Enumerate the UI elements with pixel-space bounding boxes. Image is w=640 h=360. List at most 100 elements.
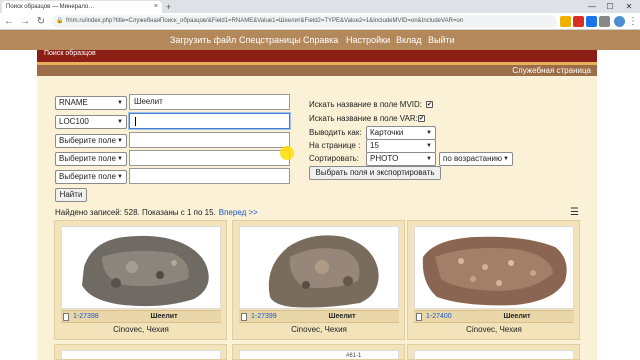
nav-logout[interactable]: Выйти xyxy=(428,30,455,50)
specimen-card[interactable]: #61-1 xyxy=(232,344,405,360)
maximize-button[interactable]: ☐ xyxy=(600,0,620,13)
chevron-down-icon: ▼ xyxy=(117,174,123,180)
per-page-select-value: 15 xyxy=(370,141,379,150)
document-icon[interactable] xyxy=(241,313,247,321)
sort-order-select[interactable]: по возрастанию ▼ xyxy=(439,152,513,166)
field-select-2[interactable]: LOC100 ▼ xyxy=(55,115,127,129)
specimen-image xyxy=(62,227,220,308)
specimen-label-text: #61-1 xyxy=(346,353,362,359)
search-button[interactable]: Найти xyxy=(55,188,87,202)
lock-icon: 🔒 xyxy=(56,18,64,24)
document-icon[interactable] xyxy=(416,313,422,321)
chevron-down-icon: ▼ xyxy=(426,143,432,149)
specimen-id-link[interactable]: 1-27399 xyxy=(251,311,277,323)
back-button[interactable]: ← xyxy=(2,13,16,30)
sort-label: Сортировать: xyxy=(309,154,360,163)
menu-icon[interactable]: ☰ xyxy=(570,208,579,218)
output-select[interactable]: Карточки ▼ xyxy=(366,126,436,140)
specimen-id-link[interactable]: 1-27398 xyxy=(73,311,99,323)
text-caret xyxy=(135,117,136,126)
chevron-down-icon: ▼ xyxy=(426,130,432,136)
field-select-5[interactable]: Выберите поле ▼ xyxy=(55,170,127,184)
specimen-card[interactable]: 1-27398 Шеелит Cinovec, Чехия xyxy=(54,220,227,340)
specimen-image xyxy=(415,227,573,308)
card-id-row: 1-27400 Шеелит xyxy=(414,310,574,323)
field-select-4[interactable]: Выберите поле ▼ xyxy=(55,152,127,166)
page-header-band: Поиск образцов xyxy=(37,50,597,62)
chevron-down-icon: ▼ xyxy=(117,119,123,125)
specimen-photo[interactable] xyxy=(414,226,574,309)
specimen-photo[interactable] xyxy=(414,350,574,359)
export-button[interactable]: Выбрать поля и экспортировать xyxy=(309,166,441,180)
close-window-button[interactable]: ✕ xyxy=(619,0,639,13)
mvid-label: Искать название в поле MVID: xyxy=(309,100,423,109)
specimen-photo[interactable] xyxy=(61,226,221,309)
mvid-checkbox[interactable]: ✔ xyxy=(426,101,433,108)
specimen-photo[interactable] xyxy=(61,350,221,359)
specimen-image xyxy=(240,227,398,308)
reload-button[interactable]: ↻ xyxy=(34,13,48,30)
value-input-5[interactable] xyxy=(129,168,290,184)
subheader-bar: Служебная страница xyxy=(37,65,597,76)
results-count: Найдено записей: 528. Показаны с 1 по 15… xyxy=(55,208,216,217)
mineral-name: Шеелит xyxy=(328,313,356,320)
tab-close-icon[interactable]: × xyxy=(154,1,158,13)
var-checkbox[interactable]: ✔ xyxy=(418,115,425,122)
page-title: Поиск образцов xyxy=(44,50,96,57)
specimen-card[interactable] xyxy=(407,344,580,360)
specimen-photo[interactable] xyxy=(239,226,399,309)
output-label: Выводить как: xyxy=(309,128,362,137)
specimen-card[interactable]: 1-27400 Шеелит Cinovec, Чехия xyxy=(407,220,580,340)
next-page-link[interactable]: Вперед >> xyxy=(219,208,258,217)
sort-field-value: PHOTO xyxy=(370,154,399,163)
chevron-down-icon: ▼ xyxy=(503,156,509,162)
extension-icon-2[interactable] xyxy=(586,16,597,27)
value-input-1[interactable]: Шеелит xyxy=(129,94,290,110)
new-tab-button[interactable]: + xyxy=(166,1,171,13)
field-select-2-value: LOC100 xyxy=(59,117,89,126)
cursor-highlight xyxy=(280,146,294,160)
mineral-name: Шеелит xyxy=(150,313,178,320)
card-id-row: 1-27398 Шеелит xyxy=(61,310,221,323)
nav-contributions[interactable]: Вклад xyxy=(396,30,422,50)
browser-tab[interactable]: Поиск образцов — Минерало… × xyxy=(2,1,162,13)
forward-button[interactable]: → xyxy=(18,13,32,30)
menu-dots-icon[interactable]: ⋮ xyxy=(626,13,640,30)
minimize-button[interactable]: — xyxy=(582,0,602,13)
field-select-5-value: Выберите поле xyxy=(59,172,116,181)
per-page-label: На странице : xyxy=(309,141,361,150)
nav-special-pages[interactable]: Спецстраницы xyxy=(239,30,301,50)
per-page-select[interactable]: 15 ▼ xyxy=(366,139,436,153)
results-summary: Найдено записей: 528. Показаны с 1 по 15… xyxy=(55,208,258,218)
tab-title: Поиск образцов — Минерало… xyxy=(6,4,95,10)
url-field[interactable]: 🔒 fmm.ru/index.php?title=СлужебнаяПоиск_… xyxy=(52,15,557,28)
nav-settings[interactable]: Настройки xyxy=(346,30,390,50)
field-select-1[interactable]: RNAME ▼ xyxy=(55,96,127,110)
field-select-3[interactable]: Выберите поле ▼ xyxy=(55,134,127,148)
specimen-card[interactable]: 1-27399 Шеелит Cinovec, Чехия xyxy=(232,220,405,340)
field-select-4-value: Выберите поле xyxy=(59,154,116,163)
value-input-2[interactable] xyxy=(129,113,290,129)
sort-order-value: по возрастанию xyxy=(443,154,502,163)
var-label: Искать название в поле VAR: xyxy=(309,114,418,123)
nav-help[interactable]: Справка xyxy=(303,30,338,50)
specimen-id-link[interactable]: 1-27400 xyxy=(426,311,452,323)
card-id-row: 1-27399 Шеелит xyxy=(239,310,399,323)
document-icon[interactable] xyxy=(63,313,69,321)
chevron-down-icon: ▼ xyxy=(117,100,123,106)
star-icon[interactable] xyxy=(560,16,571,27)
value-input-4[interactable] xyxy=(129,150,290,166)
url-text: fmm.ru/index.php?title=СлужебнаяПоиск_об… xyxy=(66,18,464,24)
sort-field-select[interactable]: PHOTO ▼ xyxy=(366,152,436,166)
site-topnav: Загрузить файл Спецстраницы Справка Наст… xyxy=(0,30,640,50)
extension-icon[interactable] xyxy=(573,16,584,27)
extension-icon-3[interactable] xyxy=(599,16,610,27)
profile-avatar[interactable] xyxy=(614,16,625,27)
field-select-3-value: Выберите поле xyxy=(59,136,116,145)
chevron-down-icon: ▼ xyxy=(426,156,432,162)
chevron-down-icon: ▼ xyxy=(117,156,123,162)
nav-upload[interactable]: Загрузить файл xyxy=(170,30,236,50)
value-input-3[interactable] xyxy=(129,132,290,148)
specimen-card[interactable] xyxy=(54,344,227,360)
specimen-photo[interactable]: #61-1 xyxy=(239,350,399,359)
